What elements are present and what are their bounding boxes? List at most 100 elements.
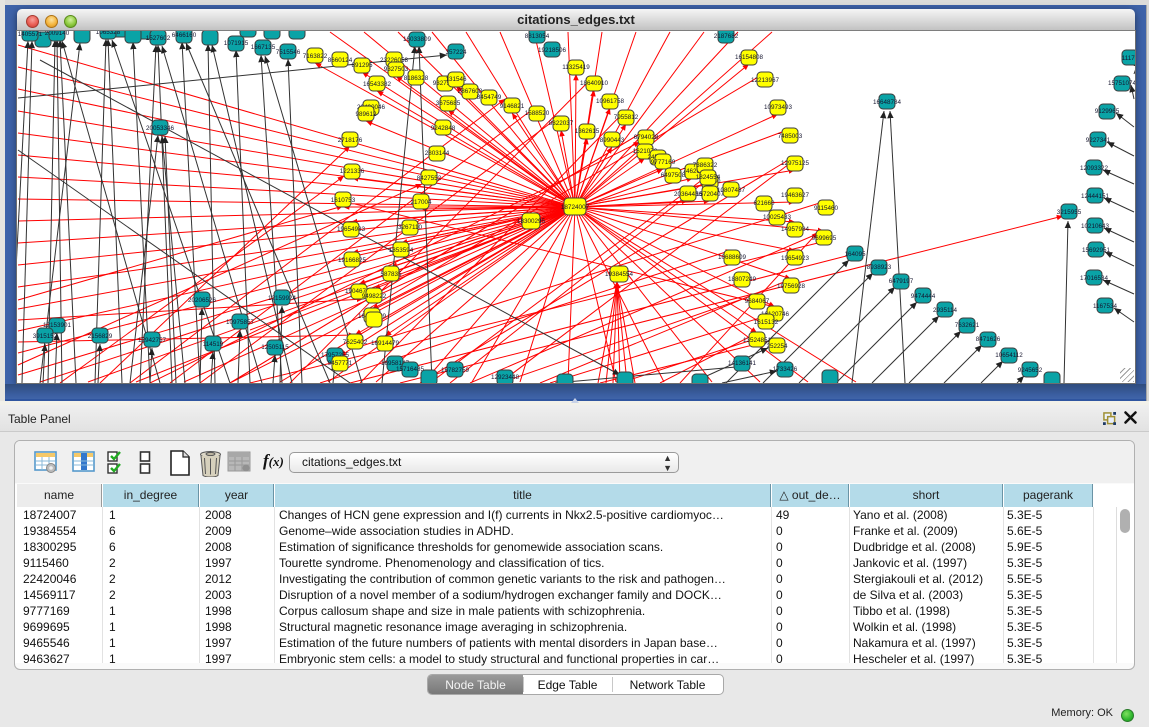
svg-text:10210643: 10210643 [1081,223,1110,230]
svg-text:1353594: 1353594 [389,247,414,254]
svg-text:9245652: 9245652 [1018,367,1043,374]
svg-text:357224: 357224 [445,49,467,56]
svg-text:15751074: 15751074 [1108,80,1135,87]
svg-text:6794028: 6794028 [634,134,659,141]
svg-text:15692951: 15692951 [1082,247,1111,254]
svg-text:8660124: 8660124 [328,57,353,64]
svg-text:12213967: 12213967 [751,77,780,84]
svg-text:164095: 164095 [844,251,866,258]
svg-text:8322037: 8322037 [549,120,574,127]
svg-text:19654983: 19654983 [337,226,366,233]
svg-text:20053346: 20053346 [146,125,175,132]
svg-text:10688609: 10688609 [718,254,747,261]
svg-text:12505115: 12505115 [261,344,289,351]
svg-text:3215955: 3215955 [1057,209,1082,216]
svg-text:989612: 989612 [355,111,377,118]
svg-text:587835: 587835 [380,271,402,278]
svg-text:19218506: 19218506 [538,47,567,54]
svg-text:18807249: 18807249 [728,276,757,283]
svg-text:20206526: 20206526 [188,297,217,304]
svg-text:1667135: 1667135 [251,44,276,51]
svg-text:8813054: 8813054 [525,33,550,40]
svg-text:1610753: 1610753 [331,197,356,204]
svg-text:16033809: 16033809 [403,36,432,43]
svg-text:1588520: 1588520 [525,110,550,117]
svg-text:10025433: 10025433 [763,214,792,221]
svg-text:1167534: 1167534 [1093,303,1118,310]
svg-text:9498222: 9498222 [362,293,387,300]
svg-text:9227341: 9227341 [1086,137,1111,144]
svg-text:7632621: 7632621 [955,322,980,329]
svg-text:8471626: 8471626 [976,336,1001,343]
svg-text:3675685: 3675685 [436,100,461,107]
svg-text:2187682: 2187682 [714,33,739,40]
svg-text:8938923: 8938923 [867,264,892,271]
svg-text:9474444: 9474444 [911,293,936,300]
svg-text:10973493: 10973493 [764,104,793,111]
svg-text:1405571: 1405571 [18,31,43,38]
svg-text:11173: 11173 [1122,55,1135,62]
svg-text:19756928: 19756928 [777,283,806,290]
svg-text:12923448: 12923448 [491,374,520,381]
svg-text:19166825: 19166825 [338,257,367,264]
svg-text:11325419: 11325419 [562,64,590,71]
svg-text:7515546: 7515546 [276,49,301,56]
svg-text:14136141: 14136141 [728,360,757,367]
svg-text:16782759: 16782759 [441,367,470,374]
svg-text:3267110: 3267110 [398,224,423,231]
svg-text:8427552: 8427552 [417,175,442,182]
svg-text:9777169: 9777169 [651,159,676,166]
svg-text:621660: 621660 [753,200,775,207]
svg-text:15716485: 15716485 [396,366,425,373]
svg-text:6479197: 6479197 [889,278,914,285]
svg-text:16914479: 16914479 [371,340,400,347]
svg-text:217004: 217004 [410,199,432,206]
svg-text:891295: 891295 [351,62,373,69]
svg-text:10654112: 10654112 [995,352,1023,359]
svg-text:7485003: 7485003 [778,133,803,140]
svg-text:15720407: 15720407 [696,191,725,198]
svg-text:252254: 252254 [766,343,788,350]
svg-text:9684067: 9684067 [745,298,770,305]
svg-text:12444151: 12444151 [1081,193,1110,200]
svg-text:1615132: 1615132 [754,319,779,326]
svg-text:18300295: 18300295 [517,218,546,225]
svg-text:19463627: 19463627 [781,192,810,199]
svg-text:8454749: 8454749 [477,94,502,101]
svg-text:16543382: 16543382 [363,81,392,88]
svg-text:19384554: 19384554 [605,271,634,278]
svg-text:9115460: 9115460 [814,205,839,212]
svg-text:2803144: 2803144 [425,150,450,157]
svg-text:1071915: 1071915 [224,40,249,47]
svg-text:9146821: 9146821 [500,103,525,110]
svg-text:1733426: 1733426 [773,366,798,373]
svg-text:1824554: 1824554 [696,174,721,181]
svg-text:9129965: 9129965 [1095,108,1120,115]
svg-text:9699695: 9699695 [812,235,837,242]
svg-text:6466160: 6466160 [172,32,197,39]
svg-text:7386322: 7386322 [693,162,718,169]
svg-text:12159924: 12159924 [268,295,297,302]
svg-text:1527602: 1527602 [146,35,171,42]
svg-text:2935114: 2935114 [933,307,958,314]
svg-text:3915152: 3915152 [33,333,58,340]
svg-text:2156829: 2156829 [88,333,113,340]
svg-text:8990443: 8990443 [600,137,625,144]
svg-text:12975125: 12975125 [781,160,810,167]
svg-text:18724007: 18724007 [561,204,590,211]
svg-text:12093322: 12093322 [1080,165,1109,172]
svg-text:17016534: 17016534 [1080,275,1109,282]
svg-text:7163822: 7163822 [303,53,328,60]
svg-text:8186328: 8186328 [404,75,429,82]
svg-text:131546: 131546 [445,76,467,83]
svg-text:1065328: 1065328 [96,31,121,36]
svg-text:18640910: 18640910 [580,80,609,87]
svg-text:2718176: 2718176 [338,137,363,144]
svg-text:10975857: 10975857 [226,319,255,326]
svg-text:9327503: 9327503 [384,66,409,73]
svg-text:9457771: 9457771 [328,360,353,367]
svg-text:1362615: 1362615 [575,128,600,135]
svg-text:114519: 114519 [203,341,224,348]
svg-text:16648784: 16648784 [873,99,902,106]
svg-text:12942757: 12942757 [138,337,167,344]
